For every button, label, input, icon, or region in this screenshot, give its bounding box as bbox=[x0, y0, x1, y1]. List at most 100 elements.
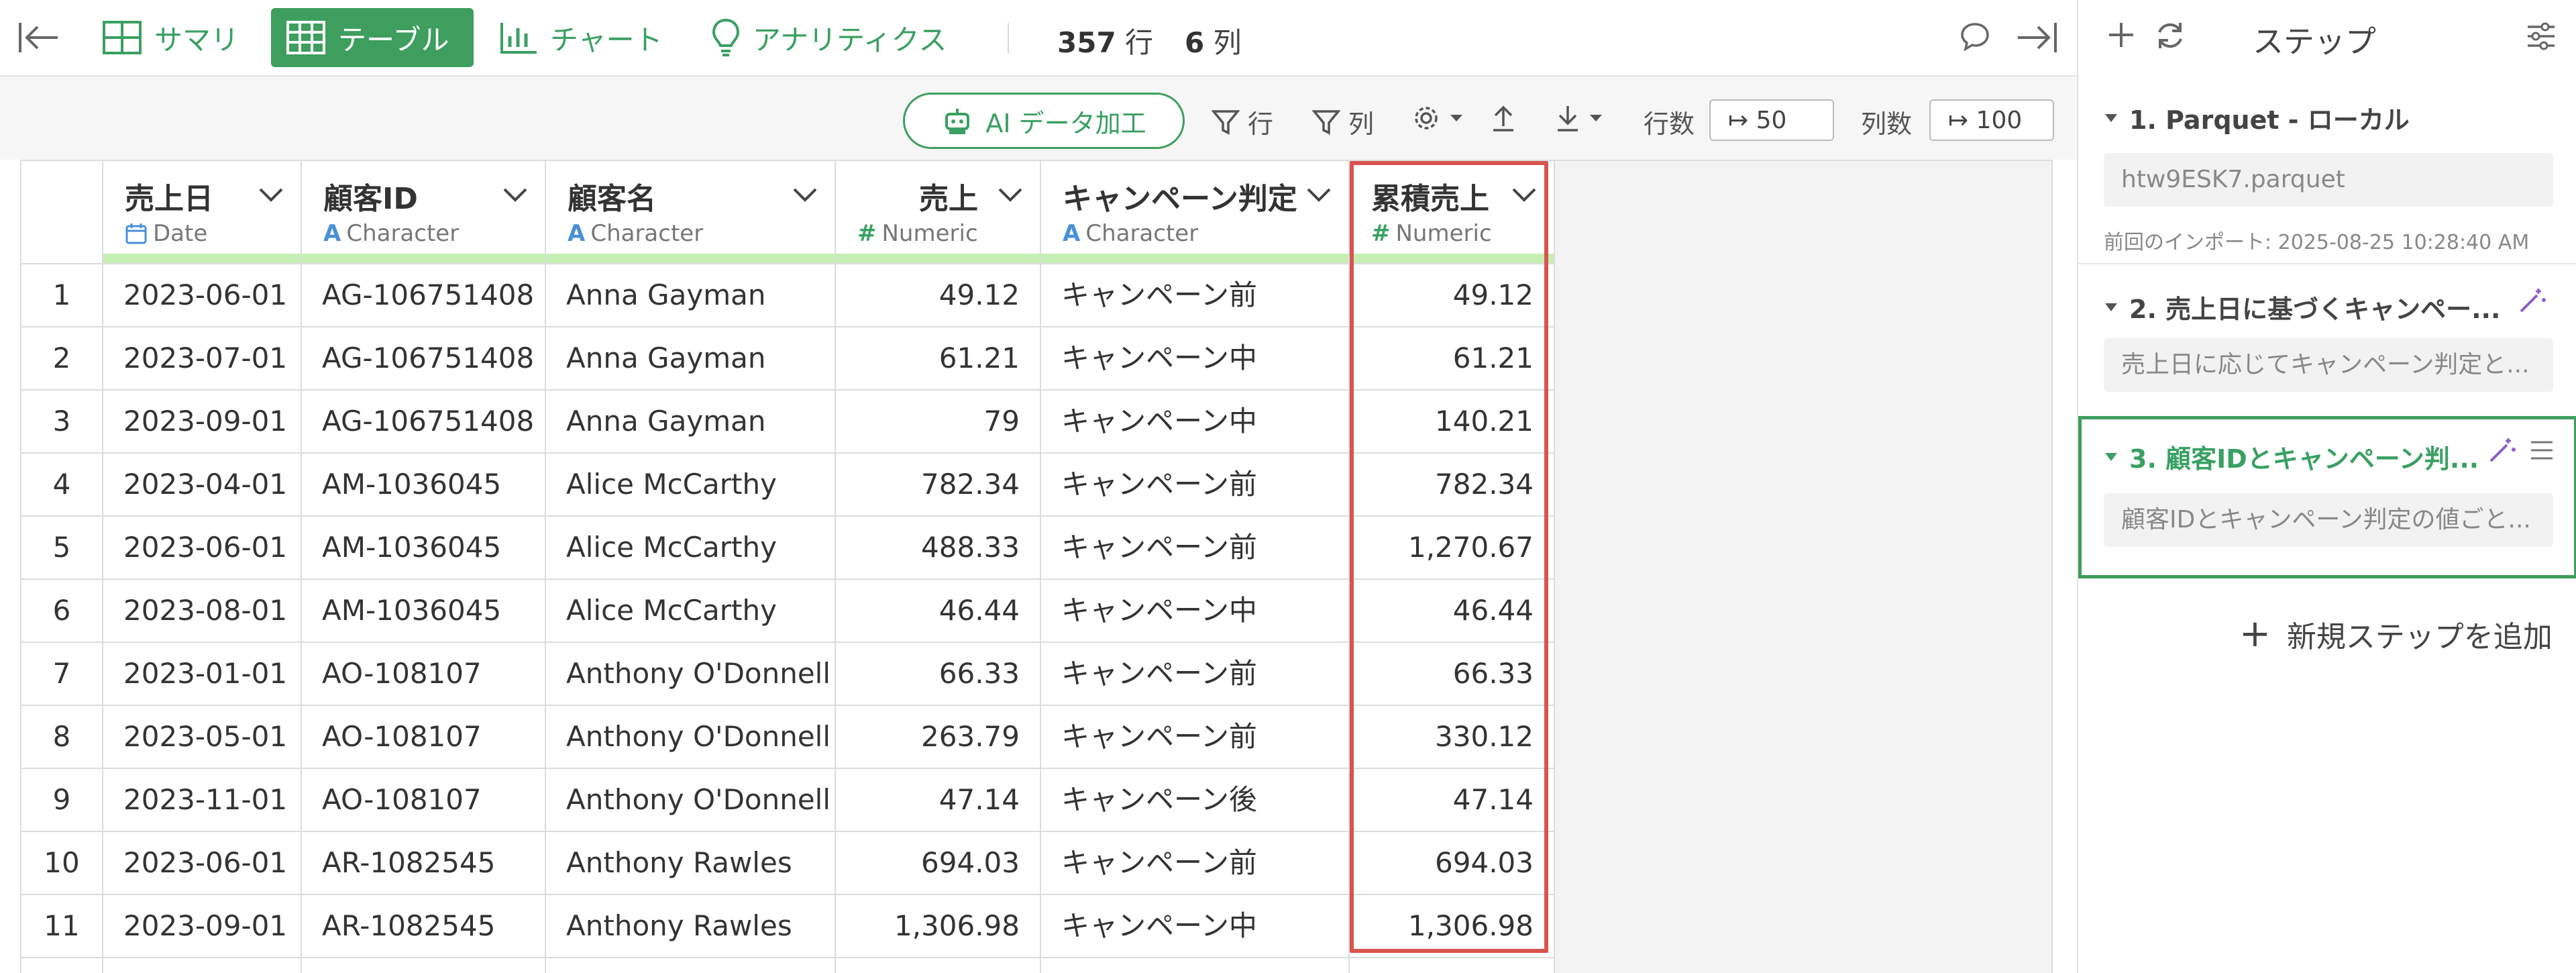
hamburger-menu-icon[interactable] bbox=[2530, 440, 2554, 464]
row-index[interactable]: 4 bbox=[21, 454, 103, 517]
cell-customer-name[interactable]: Alice McCarthy bbox=[546, 454, 836, 517]
cols-limit-input[interactable]: ↦ 100 bbox=[1929, 99, 2054, 141]
expand-triangle-icon[interactable] bbox=[2104, 113, 2118, 123]
cell-sales[interactable]: 782.34 bbox=[836, 454, 1041, 517]
cell-sales[interactable]: 49.12 bbox=[836, 264, 1041, 327]
row-index[interactable]: 3 bbox=[21, 391, 103, 454]
cell-customer-name[interactable]: Anthony Rawles bbox=[546, 895, 836, 958]
cell-campaign[interactable]: キャンペーン中 bbox=[1041, 391, 1350, 454]
row-filter-button[interactable]: 行 bbox=[1212, 103, 1273, 140]
cell-customer-id[interactable]: AG-106751408 bbox=[302, 327, 546, 391]
cell-customer-id[interactable]: AO-108107 bbox=[302, 643, 546, 706]
add-step-button[interactable]: + 新規ステップを追加 bbox=[2239, 612, 2553, 656]
cell-sales-date[interactable] bbox=[103, 958, 302, 973]
column-filter-button[interactable]: 列 bbox=[1312, 103, 1374, 140]
cell-customer-id[interactable]: AM-1036045 bbox=[302, 517, 546, 580]
add-icon[interactable] bbox=[2105, 19, 2137, 54]
column-header-cumulative-sales[interactable]: 累積売上 # Numeric bbox=[1350, 161, 1555, 264]
cell-sales-date[interactable]: 2023-05-01 bbox=[103, 706, 302, 769]
cell-customer-name[interactable]: Anthony O'Donnell bbox=[546, 643, 836, 706]
cell-campaign[interactable]: キャンペーン中 bbox=[1041, 895, 1350, 958]
chevron-down-icon[interactable] bbox=[1511, 185, 1538, 204]
cell-customer-id[interactable]: AR-1082545 bbox=[302, 895, 546, 958]
cell-sales[interactable]: 263.79 bbox=[836, 706, 1041, 769]
cell-cumulative-sales[interactable]: 1,270.67 bbox=[1350, 517, 1555, 580]
cell-sales-date[interactable]: 2023-09-01 bbox=[103, 895, 302, 958]
cell-customer-name[interactable]: Anthony Rawles bbox=[546, 832, 836, 895]
cell-customer-id[interactable]: AM-1036045 bbox=[302, 580, 546, 643]
cell-customer-name[interactable]: Anthony O'Donnell bbox=[546, 706, 836, 769]
step-description[interactable]: 売上日に応じてキャンペーン判定と... bbox=[2104, 338, 2553, 392]
cell-cumulative-sales[interactable]: 694.03 bbox=[1350, 832, 1555, 895]
row-index[interactable]: 9 bbox=[21, 769, 103, 832]
cell-customer-name[interactable]: Anna Gayman bbox=[546, 391, 836, 454]
step-3[interactable]: 3. 顧客IDとキャンペーン判... 顧客IDとキャンペーン判定の値ごと... bbox=[2078, 416, 2576, 578]
upload-icon[interactable] bbox=[1491, 103, 1524, 133]
cell-campaign[interactable]: キャンペーン中 bbox=[1041, 327, 1350, 391]
step-description[interactable]: 顧客IDとキャンペーン判定の値ごと... bbox=[2104, 493, 2553, 547]
row-index[interactable]: 6 bbox=[21, 580, 103, 643]
cell-customer-name[interactable]: Alice McCarthy bbox=[546, 580, 836, 643]
cell-cumulative-sales[interactable]: 140.21 bbox=[1350, 391, 1555, 454]
cell-customer-name[interactable]: Anna Gayman bbox=[546, 327, 836, 391]
cell-customer-id[interactable]: AO-108107 bbox=[302, 706, 546, 769]
cell-campaign[interactable]: キャンペーン前 bbox=[1041, 264, 1350, 327]
cell-customer-name[interactable]: Anthony O'Donnell bbox=[546, 769, 836, 832]
column-header-campaign[interactable]: キャンペーン判定 A Character bbox=[1041, 161, 1350, 264]
cell-campaign[interactable]: キャンペーン前 bbox=[1041, 643, 1350, 706]
cell-sales[interactable]: 694.03 bbox=[836, 832, 1041, 895]
cell-customer-id[interactable]: AG-106751408 bbox=[302, 391, 546, 454]
row-index[interactable]: 10 bbox=[21, 832, 103, 895]
cell-sales-date[interactable]: 2023-06-01 bbox=[103, 832, 302, 895]
chevron-down-icon[interactable] bbox=[502, 185, 529, 204]
column-header-sales[interactable]: 売上 # Numeric bbox=[836, 161, 1041, 264]
cell-cumulative-sales[interactable]: 330.12 bbox=[1350, 706, 1555, 769]
cell-campaign[interactable]: キャンペーン前 bbox=[1041, 517, 1350, 580]
cell-sales[interactable]: 47.14 bbox=[836, 769, 1041, 832]
expand-triangle-icon[interactable] bbox=[2104, 452, 2118, 462]
cell-sales[interactable]: 46.44 bbox=[836, 580, 1041, 643]
rows-limit-input[interactable]: ↦ 50 bbox=[1709, 99, 1834, 141]
cell-campaign[interactable]: キャンペーン前 bbox=[1041, 454, 1350, 517]
cell-campaign[interactable]: キャンペーン前 bbox=[1041, 832, 1350, 895]
cell-sales-date[interactable]: 2023-11-01 bbox=[103, 769, 302, 832]
ai-data-processing-button[interactable]: AI データ加工 bbox=[903, 93, 1185, 149]
tab-table[interactable]: テーブル bbox=[271, 8, 474, 67]
chevron-down-icon[interactable] bbox=[997, 185, 1024, 204]
tab-chart[interactable]: チャート bbox=[484, 8, 678, 67]
cell-customer-id[interactable]: AG-106751408 bbox=[302, 264, 546, 327]
cell-cumulative-sales[interactable]: 47.14 bbox=[1350, 769, 1555, 832]
step-2[interactable]: 2. 売上日に基づくキャンペー... 売上日に応じてキャンペーン判定と... bbox=[2078, 266, 2576, 412]
cell-campaign[interactable]: キャンペーン前 bbox=[1041, 706, 1350, 769]
cell-cumulative-sales[interactable] bbox=[1350, 958, 1555, 973]
tab-analytics[interactable]: アナリティクス bbox=[696, 8, 961, 67]
step-description[interactable]: htw9ESK7.parquet bbox=[2104, 153, 2553, 207]
cell-sales-date[interactable]: 2023-04-01 bbox=[103, 454, 302, 517]
row-index[interactable]: 11 bbox=[21, 895, 103, 958]
cell-customer-name[interactable] bbox=[546, 958, 836, 973]
cell-cumulative-sales[interactable]: 66.33 bbox=[1350, 643, 1555, 706]
cell-customer-id[interactable] bbox=[302, 958, 546, 973]
cell-sales-date[interactable]: 2023-09-01 bbox=[103, 391, 302, 454]
cell-cumulative-sales[interactable]: 1,306.98 bbox=[1350, 895, 1555, 958]
cell-sales[interactable]: 61.21 bbox=[836, 327, 1041, 391]
row-index[interactable]: 8 bbox=[21, 706, 103, 769]
cell-customer-id[interactable]: AO-108107 bbox=[302, 769, 546, 832]
cell-sales-date[interactable]: 2023-08-01 bbox=[103, 580, 302, 643]
cell-customer-name[interactable]: Anna Gayman bbox=[546, 264, 836, 327]
row-index[interactable]: 5 bbox=[21, 517, 103, 580]
cell-sales[interactable] bbox=[836, 958, 1041, 973]
settings-dropdown[interactable] bbox=[1411, 103, 1472, 133]
cell-campaign[interactable]: キャンペーン中 bbox=[1041, 580, 1350, 643]
chevron-down-icon[interactable] bbox=[792, 185, 818, 204]
cell-sales-date[interactable]: 2023-06-01 bbox=[103, 517, 302, 580]
cell-cumulative-sales[interactable]: 49.12 bbox=[1350, 264, 1555, 327]
refresh-icon[interactable] bbox=[2153, 19, 2187, 55]
collapse-right-icon[interactable] bbox=[2015, 20, 2058, 58]
comment-icon[interactable] bbox=[1959, 20, 1991, 55]
cell-sales[interactable]: 79 bbox=[836, 391, 1041, 454]
cell-sales-date[interactable]: 2023-01-01 bbox=[103, 643, 302, 706]
download-dropdown[interactable] bbox=[1555, 103, 1611, 133]
cell-cumulative-sales[interactable]: 782.34 bbox=[1350, 454, 1555, 517]
cell-cumulative-sales[interactable]: 46.44 bbox=[1350, 580, 1555, 643]
